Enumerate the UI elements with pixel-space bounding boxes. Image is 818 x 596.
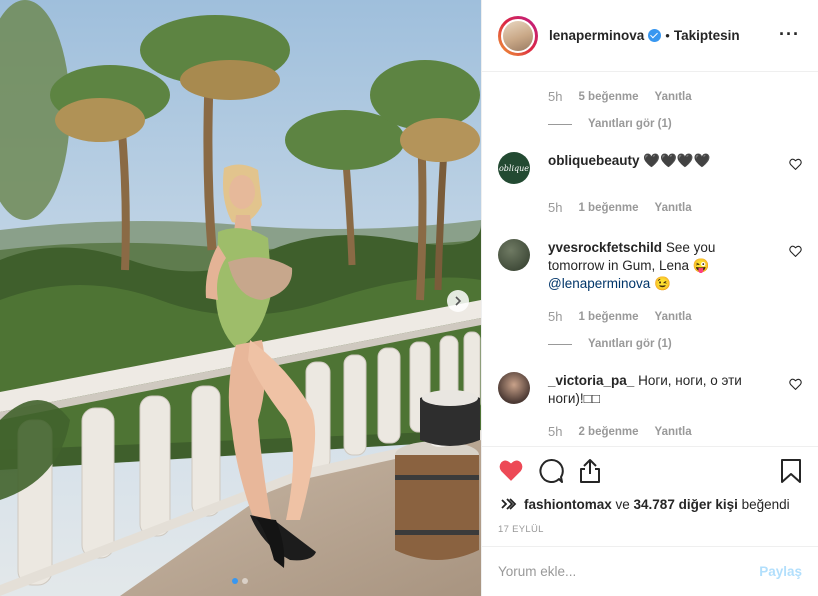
view-replies-button[interactable]: Yanıtları gör (1) bbox=[548, 118, 802, 130]
comment-time: 5h bbox=[548, 424, 563, 439]
comment-item: _victoria_pa_ Ноги, ноги, о эти ноги)!□□ bbox=[498, 372, 802, 408]
mention-link[interactable]: @lenaperminova bbox=[548, 276, 650, 291]
comment-likes[interactable]: 5 beğenme bbox=[578, 91, 638, 103]
comment-time: 5h bbox=[548, 309, 563, 324]
comment-likes[interactable]: 2 beğenme bbox=[578, 426, 638, 438]
comment-meta: 5h 2 beğenme Yanıtla bbox=[548, 424, 802, 439]
comment-icon[interactable] bbox=[538, 458, 564, 484]
more-options-icon[interactable]: ··· bbox=[779, 25, 800, 43]
liked-user-avatar[interactable] bbox=[498, 494, 518, 514]
add-comment-bar: Paylaş bbox=[482, 546, 818, 596]
header-separator: • bbox=[665, 28, 670, 43]
replies-line bbox=[548, 343, 572, 345]
view-replies-label: Yanıtları gör (1) bbox=[588, 118, 672, 130]
post-date[interactable]: 17 EYLÜL bbox=[498, 524, 544, 535]
comment-meta: 5h 1 beğenme Yanıtla bbox=[548, 309, 802, 324]
commenter-avatar[interactable] bbox=[498, 239, 530, 271]
comment-item: oblique obliquebeauty 🖤🖤🖤🖤 bbox=[498, 152, 802, 184]
comment-likes[interactable]: 1 beğenme bbox=[578, 202, 638, 214]
comment-input[interactable] bbox=[498, 564, 760, 579]
carousel-dot bbox=[242, 578, 248, 584]
commenter-avatar[interactable]: oblique bbox=[498, 152, 530, 184]
view-replies-button[interactable]: Yanıtları gör (1) bbox=[548, 338, 802, 350]
photo-image bbox=[0, 0, 481, 596]
post-details-panel: lenaperminova • Takiptesin ··· 5h 5 beğe… bbox=[481, 0, 818, 596]
carousel-indicator bbox=[232, 578, 248, 584]
next-photo-button[interactable] bbox=[447, 290, 469, 312]
comment-body: yvesrockfetschild See you tomorrow in Gu… bbox=[548, 239, 768, 293]
commenter-username[interactable]: _victoria_pa_ bbox=[548, 373, 634, 388]
replies-line bbox=[548, 123, 572, 125]
comments-list[interactable]: 5h 5 beğenme Yanıtla Yanıtları gör (1) o… bbox=[482, 73, 818, 446]
avatar-logo-text: oblique bbox=[498, 163, 530, 173]
post-header: lenaperminova • Takiptesin ··· bbox=[482, 0, 818, 72]
carousel-dot-active bbox=[232, 578, 238, 584]
comment-time: 5h bbox=[548, 89, 563, 104]
comment-meta: 5h 1 beğenme Yanıtla bbox=[548, 200, 802, 215]
comment-likes[interactable]: 1 beğenme bbox=[578, 311, 638, 323]
reply-button[interactable]: Yanıtla bbox=[655, 311, 692, 323]
reply-button[interactable]: Yanıtla bbox=[655, 202, 692, 214]
post-actions-bar bbox=[482, 446, 818, 494]
comment-body: obliquebeauty 🖤🖤🖤🖤 bbox=[548, 152, 768, 184]
comment-text: 🖤🖤🖤🖤 bbox=[643, 153, 711, 168]
commenter-username[interactable]: yvesrockfetschild bbox=[548, 240, 662, 255]
author-avatar[interactable] bbox=[498, 15, 538, 56]
liked-by-connector: ve bbox=[611, 496, 634, 512]
view-replies-label: Yanıtları gör (1) bbox=[588, 338, 672, 350]
commenter-avatar[interactable] bbox=[498, 372, 530, 404]
commenter-username[interactable]: obliquebeauty bbox=[548, 153, 640, 168]
like-comment-heart-icon[interactable] bbox=[789, 245, 802, 257]
comment-text-after: 😉 bbox=[650, 276, 671, 291]
avatar-image bbox=[501, 18, 535, 53]
following-button[interactable]: Takiptesin bbox=[674, 28, 740, 43]
likes-count-link[interactable]: 34.787 diğer kişi bbox=[634, 497, 738, 512]
bookmark-icon[interactable] bbox=[780, 458, 802, 484]
comment-time: 5h bbox=[548, 200, 563, 215]
reply-button[interactable]: Yanıtla bbox=[655, 426, 692, 438]
post-photo[interactable] bbox=[0, 0, 481, 596]
author-username[interactable]: lenaperminova bbox=[549, 28, 644, 43]
liked-by-suffix: beğendi bbox=[737, 496, 790, 512]
liked-by-summary: fashiontomax ve 34.787 diğer kişi beğend… bbox=[498, 494, 802, 514]
liked-by-username[interactable]: fashiontomax bbox=[524, 497, 612, 512]
like-comment-heart-icon[interactable] bbox=[789, 378, 802, 390]
comment-meta: 5h 5 beğenme Yanıtla bbox=[548, 89, 802, 104]
reply-button[interactable]: Yanıtla bbox=[655, 91, 692, 103]
post-comment-button[interactable]: Paylaş bbox=[759, 564, 802, 579]
chevron-right-icon bbox=[455, 296, 462, 306]
verified-badge-icon bbox=[648, 29, 662, 42]
heart-filled-icon[interactable] bbox=[498, 458, 524, 482]
comment-item: yvesrockfetschild See you tomorrow in Gu… bbox=[498, 239, 802, 293]
comment-body: _victoria_pa_ Ноги, ноги, о эти ноги)!□□ bbox=[548, 372, 768, 408]
share-icon[interactable] bbox=[578, 458, 602, 484]
like-comment-heart-icon[interactable] bbox=[789, 158, 802, 170]
